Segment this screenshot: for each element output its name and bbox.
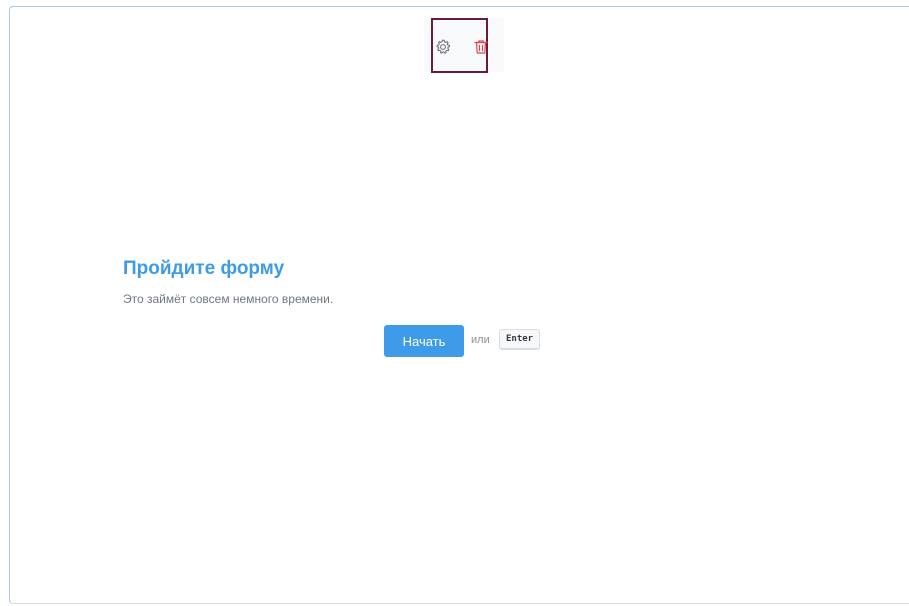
gear-icon <box>436 39 451 54</box>
enter-key-hint: Enter <box>499 329 541 350</box>
or-label: или <box>471 334 490 346</box>
settings-button[interactable] <box>432 36 454 58</box>
form-title: Пройдите форму <box>123 258 285 279</box>
form-subtitle: Это займёт совсем немного времени. <box>123 292 334 306</box>
start-button[interactable]: Начать <box>384 325 464 357</box>
trash-icon <box>474 40 488 54</box>
delete-button[interactable] <box>470 36 492 58</box>
